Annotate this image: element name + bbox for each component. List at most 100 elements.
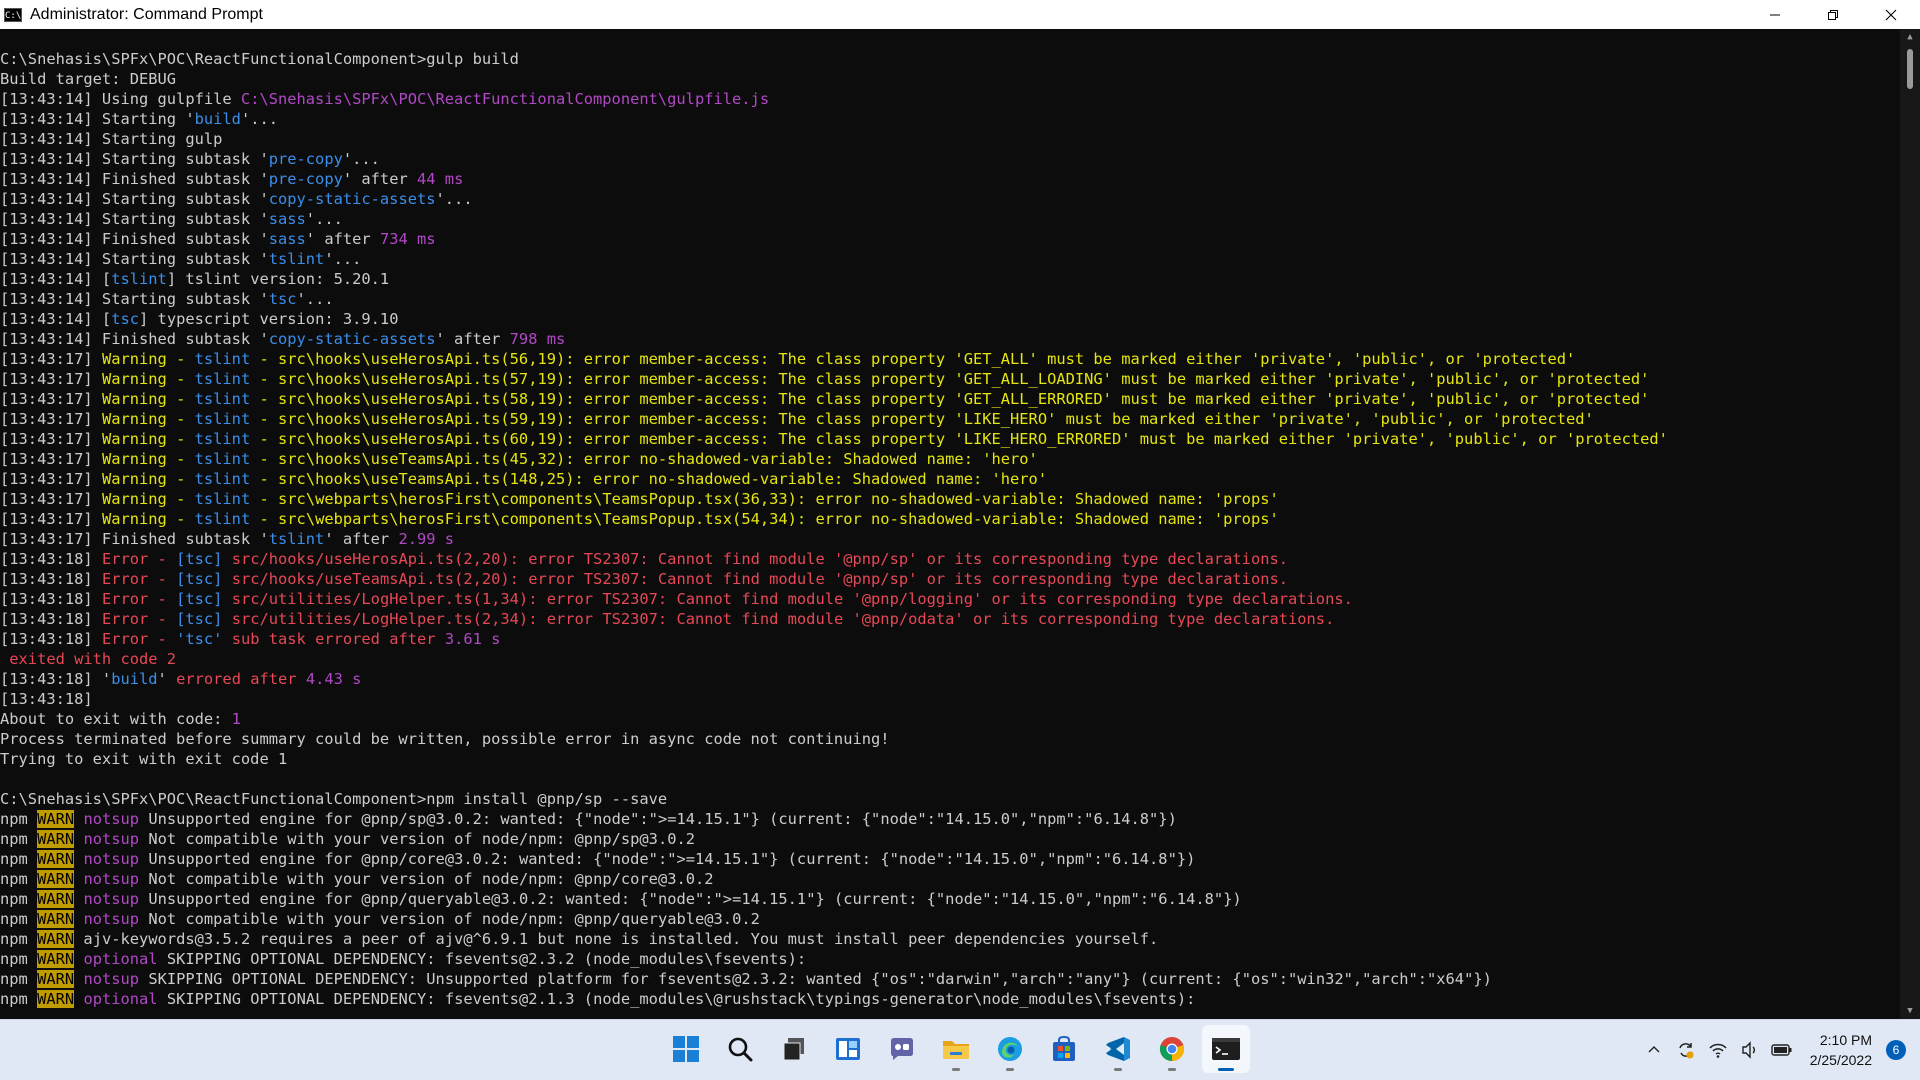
- console-text: [13:43:17] Finished subtask ': [0, 530, 269, 548]
- console-line: [13:43:17] Warning - tslint - src\hooks\…: [0, 389, 1900, 409]
- console-line: [13:43:18] 'build' errored after 4.43 s: [0, 669, 1900, 689]
- console-text: C:\Snehasis\SPFx\POC\ReactFunctionalComp…: [240, 90, 770, 108]
- console-text: 3.61 s: [444, 630, 501, 648]
- console-text: 4.43 s: [305, 670, 362, 688]
- console-text: [13:43:14] Starting gulp: [0, 130, 223, 148]
- console-text: optional: [83, 990, 158, 1008]
- console-line: [13:43:17] Finished subtask 'tslint' aft…: [0, 529, 1900, 549]
- console-line: [13:43:18] Error - 'tsc' sub task errore…: [0, 629, 1900, 649]
- console-text: [13:43:17]: [0, 370, 102, 388]
- console-text: Trying to exit with exit code 1: [0, 750, 288, 768]
- console-text: [13:43:14] Starting subtask ': [0, 250, 269, 268]
- console-text: Warning -: [101, 350, 195, 368]
- console-text: tslint: [268, 250, 325, 268]
- search-icon: [726, 1035, 754, 1063]
- scroll-down-arrow-icon[interactable]: ▼: [1900, 1003, 1920, 1019]
- taskbar-search-button[interactable]: [716, 1025, 764, 1073]
- vertical-scrollbar[interactable]: ▲ ▼: [1900, 29, 1920, 1019]
- wifi-icon[interactable]: [1704, 1036, 1732, 1064]
- console-text: WARN: [37, 830, 75, 848]
- console-text: Unsupported engine for @pnp/core@3.0.2: …: [139, 850, 1196, 868]
- clock[interactable]: 2:10 PM 2/25/2022: [1810, 1030, 1872, 1070]
- console-text: tslint: [194, 370, 251, 388]
- console-line: [13:43:14] Starting subtask 'sass'...: [0, 209, 1900, 229]
- taskbar: 2:10 PM 2/25/2022 6: [0, 1019, 1920, 1080]
- restore-button[interactable]: [1804, 0, 1862, 29]
- console-text: ': [157, 670, 177, 688]
- store-icon: [1050, 1035, 1078, 1063]
- console-line: [13:43:14] Finished subtask 'pre-copy' a…: [0, 169, 1900, 189]
- console-text: [13:43:14] Finished subtask ': [0, 230, 269, 248]
- console-line: [13:43:14] [tsc] typescript version: 3.9…: [0, 309, 1900, 329]
- taskbar-widgets-button[interactable]: [824, 1025, 872, 1073]
- console-text: C:\Snehasis\SPFx\POC\ReactFunctionalComp…: [0, 50, 519, 68]
- chevron-up-icon[interactable]: [1640, 1036, 1668, 1064]
- running-indicator: [1006, 1068, 1014, 1071]
- console-text: Error -: [101, 550, 177, 568]
- taskbar-edge-button[interactable]: [986, 1025, 1034, 1073]
- cmd-app-icon: C:\: [4, 7, 22, 22]
- console-text: notsup: [83, 850, 140, 868]
- console-text: ajv-keywords@3.5.2 requires a peer of aj…: [74, 930, 1159, 948]
- console-text: Not compatible with your version of node…: [139, 870, 714, 888]
- console-text: 798 ms: [509, 330, 566, 348]
- taskbar-vscode-button[interactable]: [1094, 1025, 1142, 1073]
- console-text: exited with code 2: [0, 650, 177, 668]
- console-text: tslint: [111, 270, 167, 288]
- console-text: sass: [268, 210, 306, 228]
- console-line: [13:43:14] [tslint] tslint version: 5.20…: [0, 269, 1900, 289]
- console-text: '...: [342, 150, 380, 168]
- scroll-up-arrow-icon[interactable]: ▲: [1900, 29, 1920, 45]
- console-text: notsup: [83, 890, 140, 908]
- console-text: ' after: [342, 170, 417, 188]
- minimize-button[interactable]: [1746, 0, 1804, 29]
- console-text: Not compatible with your version of node…: [139, 910, 760, 928]
- taskbar-terminal-button[interactable]: [1202, 1025, 1250, 1073]
- console-text: [13:43:14] Using gulpfile: [0, 90, 241, 108]
- taskbar-store-button[interactable]: [1040, 1025, 1088, 1073]
- console-text: [13:43:17]: [0, 450, 102, 468]
- title-bar[interactable]: C:\ Administrator: Command Prompt: [0, 0, 1920, 29]
- running-indicator: [952, 1068, 960, 1071]
- taskbar-file-explorer-button[interactable]: [932, 1025, 980, 1073]
- close-button[interactable]: [1862, 0, 1920, 29]
- battery-icon[interactable]: [1768, 1036, 1796, 1064]
- notification-badge[interactable]: 6: [1886, 1040, 1906, 1060]
- console-text: [13:43:14] Finished subtask ': [0, 330, 269, 348]
- console-text: WARN: [37, 930, 75, 948]
- console-text: WARN: [37, 870, 75, 888]
- console-output[interactable]: C:\Snehasis\SPFx\POC\ReactFunctionalComp…: [0, 29, 1900, 1019]
- console-text: - src\hooks\useHerosApi.ts(57,19): error…: [250, 370, 1650, 388]
- window-title: Administrator: Command Prompt: [30, 5, 263, 23]
- console-text: ' after: [435, 330, 510, 348]
- vscode-icon: [1104, 1035, 1132, 1063]
- console-text: npm: [0, 810, 38, 828]
- taskbar-task-view-button[interactable]: [770, 1025, 818, 1073]
- taskbar-chat-button[interactable]: [878, 1025, 926, 1073]
- console-text: npm: [0, 950, 38, 968]
- edge-icon: [996, 1035, 1024, 1063]
- console-line: npm WARN notsup Unsupported engine for @…: [0, 889, 1900, 909]
- console-text: errored after: [176, 670, 306, 688]
- console-text: Error -: [101, 570, 177, 588]
- console-text: ] typescript version: 3.9.10: [139, 310, 399, 328]
- speaker-icon[interactable]: [1736, 1036, 1764, 1064]
- console-text: - src\hooks\useTeamsApi.ts(45,32): error…: [250, 450, 1038, 468]
- taskbar-start-button[interactable]: [662, 1025, 710, 1073]
- console-text: - src\hooks\useHerosApi.ts(60,19): error…: [250, 430, 1668, 448]
- console-line: [13:43:14] Starting subtask 'tslint'...: [0, 249, 1900, 269]
- console-text: WARN: [37, 950, 75, 968]
- system-tray: 2:10 PM 2/25/2022 6: [1636, 1020, 1906, 1080]
- scrollbar-thumb[interactable]: [1907, 49, 1913, 89]
- console-text: [13:43:17]: [0, 390, 102, 408]
- console-text: notsup: [83, 870, 140, 888]
- running-indicator: [1168, 1068, 1176, 1071]
- terminal-icon: [1211, 1036, 1241, 1062]
- console-line: npm WARN notsup Not compatible with your…: [0, 829, 1900, 849]
- close-icon: [1885, 9, 1897, 20]
- console-text: [13:43:14] Starting ': [0, 110, 195, 128]
- console-text: build: [194, 110, 241, 128]
- taskbar-chrome-button[interactable]: [1148, 1025, 1196, 1073]
- sync-icon[interactable]: [1672, 1036, 1700, 1064]
- console-text: WARN: [37, 910, 75, 928]
